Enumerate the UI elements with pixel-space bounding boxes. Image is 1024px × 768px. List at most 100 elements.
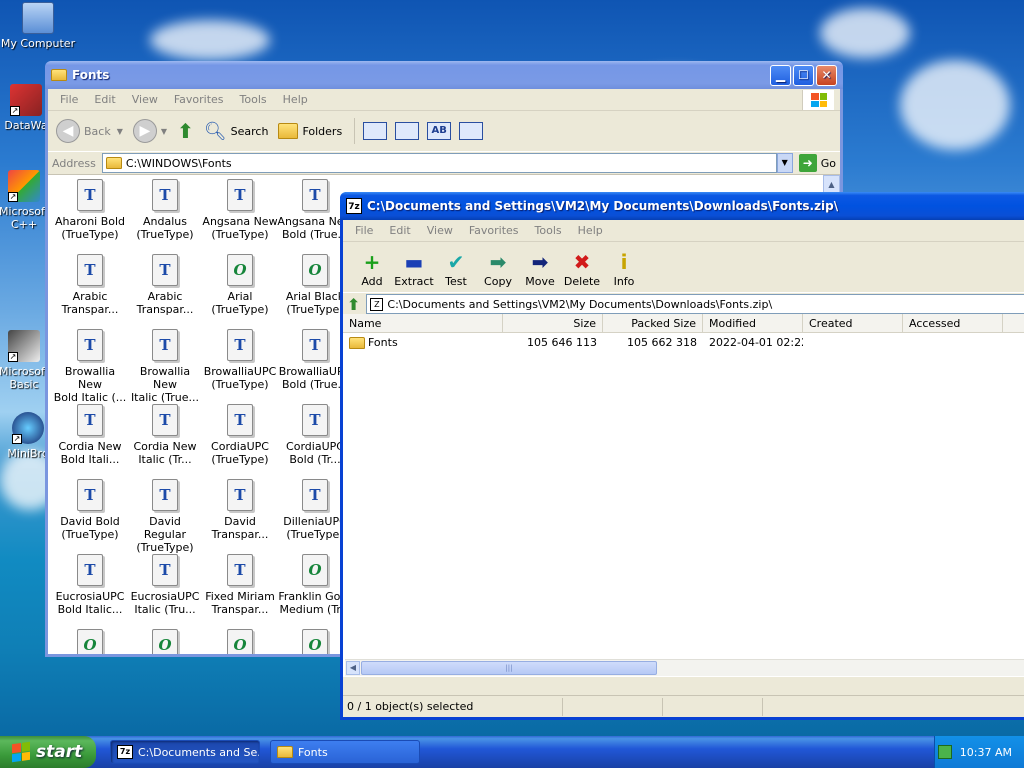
opentype-font-icon: O: [227, 629, 253, 654]
font-item[interactable]: O: [127, 629, 203, 654]
title-bar[interactable]: 7z C:\Documents and Settings\VM2\My Docu…: [340, 192, 1024, 220]
menu-tools[interactable]: Tools: [527, 224, 570, 237]
back-button[interactable]: ◀ Back ▼: [56, 119, 123, 143]
scroll-left-button[interactable]: ◀: [346, 661, 360, 675]
menu-favorites[interactable]: Favorites: [461, 224, 527, 237]
view-tiles-icon[interactable]: [395, 122, 420, 140]
font-item[interactable]: O: [202, 629, 278, 654]
view-thumbnails-icon[interactable]: [363, 122, 388, 140]
close-button[interactable]: ✕: [816, 64, 837, 86]
start-button[interactable]: start: [0, 736, 96, 768]
copy-button[interactable]: ➡ Copy: [477, 251, 519, 288]
font-type: Italic (Tru...: [134, 603, 196, 616]
font-item[interactable]: T Arabic Transpar...: [52, 254, 128, 316]
search-button[interactable]: 🔍︎ Search: [204, 121, 269, 142]
path-input[interactable]: Z C:\Documents and Settings\VM2\My Docum…: [366, 294, 1024, 314]
column-accessed[interactable]: Accessed: [903, 314, 1003, 332]
column-modified[interactable]: Modified: [703, 314, 803, 332]
up-folder-icon[interactable]: ⬆: [347, 295, 360, 314]
clock[interactable]: 10:37 AM: [960, 746, 1012, 759]
menu-edit[interactable]: Edit: [86, 93, 123, 106]
font-item[interactable]: T Arabic Transpar...: [127, 254, 203, 316]
windows-flag-icon: [12, 741, 30, 763]
move-button[interactable]: ➡ Move: [519, 251, 561, 288]
status-panel: [663, 697, 763, 716]
menu-bar: File Edit View Favorites Tools Help: [343, 220, 1024, 242]
add-button[interactable]: + Add: [351, 251, 393, 288]
font-item[interactable]: T David Transpar...: [202, 479, 278, 541]
dropdown-arrow-icon[interactable]: ▼: [117, 127, 123, 136]
dropdown-arrow-icon[interactable]: ▼: [161, 127, 167, 136]
name-cell: Fonts: [343, 336, 503, 349]
menu-tools[interactable]: Tools: [232, 93, 275, 106]
font-item[interactable]: T David Bold (TrueType): [52, 479, 128, 541]
toolbar-label: Copy: [484, 275, 512, 288]
menu-view[interactable]: View: [124, 93, 166, 106]
cloud: [820, 8, 910, 58]
font-item[interactable]: O: [52, 629, 128, 654]
menu-help[interactable]: Help: [275, 93, 316, 106]
minimize-button[interactable]: ▁: [770, 64, 791, 86]
column-name[interactable]: Name: [343, 314, 503, 332]
scroll-thumb[interactable]: |||: [361, 661, 657, 675]
modified-cell: 2022-04-01 02:22: [709, 336, 803, 349]
taskbar-button-fonts[interactable]: Fonts: [270, 740, 420, 764]
menu-file[interactable]: File: [347, 224, 381, 237]
column-packed-size[interactable]: Packed Size: [603, 314, 703, 332]
font-item[interactable]: T EucrosiaUPC Italic (Tru...: [127, 554, 203, 616]
column-created[interactable]: Created: [803, 314, 903, 332]
back-arrow-icon: ◀: [56, 119, 80, 143]
taskbar-button-7zip[interactable]: 7z C:\Documents and Se...: [110, 740, 260, 764]
menu-edit[interactable]: Edit: [381, 224, 418, 237]
table-row[interactable]: Fonts 105 646 113 105 662 318 2022-04-01…: [343, 333, 1024, 352]
7zip-icon: 7z: [117, 745, 133, 759]
cloud: [900, 60, 1010, 150]
address-dropdown-button[interactable]: ▼: [776, 153, 793, 173]
font-item[interactable]: T Aharoni Bold (TrueType): [52, 179, 128, 241]
font-item[interactable]: T Cordia New Bold Itali...: [52, 404, 128, 466]
menu-view[interactable]: View: [419, 224, 461, 237]
font-item[interactable]: T Andalus (TrueType): [127, 179, 203, 241]
horizontal-scrollbar[interactable]: ◀ |||: [345, 659, 1024, 676]
truetype-font-icon: T: [77, 329, 103, 361]
title-bar[interactable]: Fonts ▁ ☐ ✕: [45, 61, 843, 89]
address-input[interactable]: C:\WINDOWS\Fonts: [101, 153, 777, 173]
info-button[interactable]: i Info: [603, 251, 645, 288]
maximize-button[interactable]: ☐: [793, 64, 814, 86]
network-icon[interactable]: [937, 745, 952, 759]
font-item[interactable]: O Arial (TrueType): [202, 254, 278, 316]
font-type: Transpar...: [211, 603, 269, 616]
font-item[interactable]: T David Regular (TrueType): [127, 479, 203, 554]
shortcut-arrow-icon: ↗: [8, 192, 18, 202]
truetype-font-icon: T: [302, 404, 328, 436]
menu-favorites[interactable]: Favorites: [166, 93, 232, 106]
test-button[interactable]: ✔ Test: [435, 251, 477, 288]
font-item[interactable]: T CordiaUPC (TrueType): [202, 404, 278, 466]
truetype-font-icon: T: [152, 404, 178, 436]
forward-button[interactable]: ▶ ▼: [132, 119, 167, 143]
desktop-icon-my-computer[interactable]: My Computer: [0, 2, 76, 50]
font-item[interactable]: T Browallia New Bold Italic (...: [52, 329, 128, 404]
font-item[interactable]: T Fixed Miriam Transpar...: [202, 554, 278, 616]
column-size[interactable]: Size: [503, 314, 603, 332]
font-type: (TrueType): [136, 228, 194, 241]
truetype-font-icon: T: [152, 179, 178, 211]
delete-button[interactable]: ✖ Delete: [561, 251, 603, 288]
menu-file[interactable]: File: [52, 93, 86, 106]
font-item[interactable]: T Angsana New (TrueType): [202, 179, 278, 241]
view-fonts-icon[interactable]: AB: [427, 122, 452, 140]
font-name: Cordia New: [133, 440, 197, 453]
go-button[interactable]: ➜ Go: [798, 154, 836, 172]
font-item[interactable]: T EucrosiaUPC Bold Italic...: [52, 554, 128, 616]
folders-button[interactable]: Folders: [278, 123, 342, 139]
font-item[interactable]: T Browallia New Italic (True...: [127, 329, 203, 404]
extract-button[interactable]: ▬ Extract: [393, 251, 435, 288]
font-name: Angsana New: [202, 215, 278, 228]
font-item[interactable]: T BrowalliaUPC (TrueType): [202, 329, 278, 391]
up-folder-button[interactable]: ⬆: [177, 119, 194, 143]
menu-help[interactable]: Help: [570, 224, 611, 237]
view-details-icon[interactable]: [459, 122, 484, 140]
extract-icon: ▬: [404, 250, 424, 274]
7zip-file-manager-window: 7z C:\Documents and Settings\VM2\My Docu…: [340, 192, 1024, 720]
font-item[interactable]: T Cordia New Italic (Tr...: [127, 404, 203, 466]
